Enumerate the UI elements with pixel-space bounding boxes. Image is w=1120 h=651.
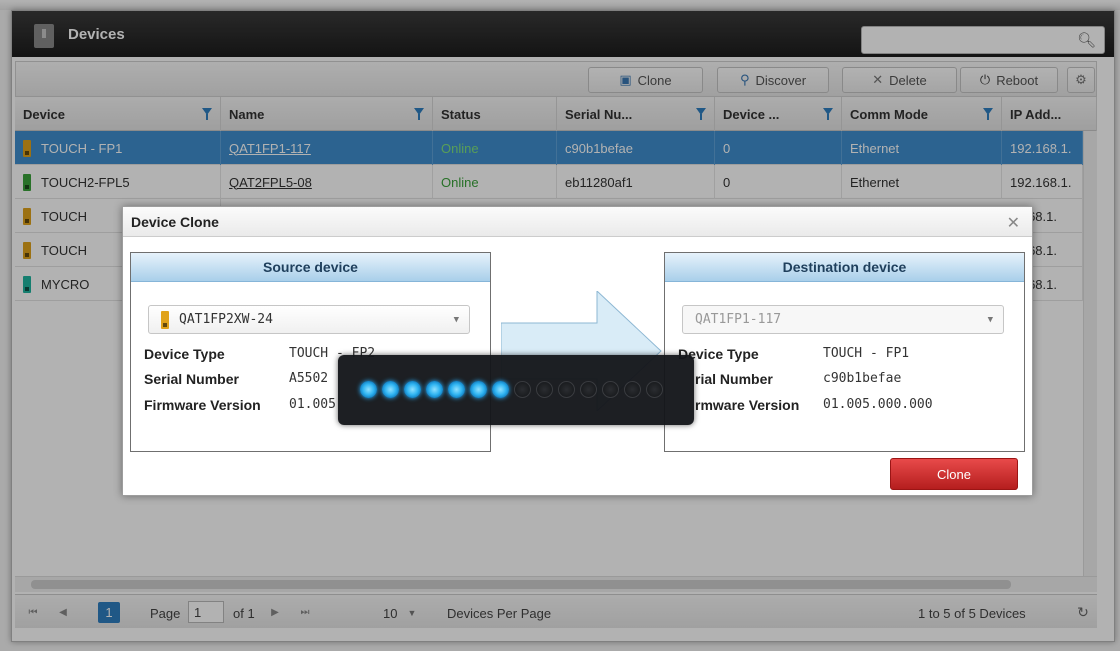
source-serial-value: A5502 xyxy=(289,371,329,386)
progress-dot xyxy=(448,381,465,398)
chevron-down-icon: ▼ xyxy=(987,315,993,325)
destination-serial-label: rial Number xyxy=(695,371,773,387)
source-firmware-label: Firmware Version xyxy=(144,397,261,413)
destination-firmware-value: 01.005.000.000 xyxy=(823,397,933,412)
source-selected-value: QAT1FP2XW-24 xyxy=(179,312,273,327)
progress-dot xyxy=(360,381,377,398)
clone-confirm-button[interactable]: Clone xyxy=(890,458,1018,490)
progress-dot xyxy=(602,381,619,398)
source-device-type-label: Device Type xyxy=(144,346,225,362)
close-icon[interactable]: ✕ xyxy=(1007,213,1020,233)
progress-dot xyxy=(514,381,531,398)
chevron-down-icon: ▼ xyxy=(453,315,459,325)
source-firmware-value: 01.005 xyxy=(289,397,336,412)
device-clone-dialog: Device Clone ✕ Source device QAT1FP2XW-2… xyxy=(122,206,1033,496)
progress-dot xyxy=(382,381,399,398)
destination-panel-header: Destination device xyxy=(665,253,1024,282)
source-serial-label: Serial Number xyxy=(144,371,239,387)
progress-dot xyxy=(624,381,641,398)
destination-panel: Destination device QAT1FP1-117 ▼ Device … xyxy=(664,252,1025,452)
progress-dot xyxy=(536,381,553,398)
progress-dot xyxy=(646,381,663,398)
source-panel-header: Source device xyxy=(131,253,490,282)
progress-dot xyxy=(426,381,443,398)
destination-serial-value: c90b1befae xyxy=(823,371,902,386)
destination-firmware-label: rmware Version xyxy=(695,397,800,413)
progress-dot xyxy=(492,381,509,398)
source-device-type-row: Device Type TOUCH - FP2 xyxy=(144,346,375,362)
progress-dot xyxy=(580,381,597,398)
progress-dots xyxy=(360,381,663,398)
source-device-select[interactable]: QAT1FP2XW-24 ▼ xyxy=(148,305,470,334)
destination-device-type-value: TOUCH - FP1 xyxy=(823,346,910,361)
source-firmware-row: Firmware Version 01.005 xyxy=(144,397,336,413)
progress-dot xyxy=(558,381,575,398)
progress-dot xyxy=(404,381,421,398)
device-icon xyxy=(161,310,169,329)
destination-serial-row: rial Number c90b1befae xyxy=(695,371,901,387)
progress-dot xyxy=(470,381,487,398)
source-serial-row: Serial Number A5502 xyxy=(144,371,328,387)
destination-selected-value: QAT1FP1-117 xyxy=(695,312,782,327)
dialog-title: Device Clone xyxy=(131,214,219,230)
destination-firmware-row: rmware Version 01.005.000.000 xyxy=(695,397,933,413)
destination-device-select[interactable]: QAT1FP1-117 ▼ xyxy=(682,305,1004,334)
progress-indicator xyxy=(338,355,694,425)
dialog-header: Device Clone ✕ xyxy=(123,207,1032,237)
